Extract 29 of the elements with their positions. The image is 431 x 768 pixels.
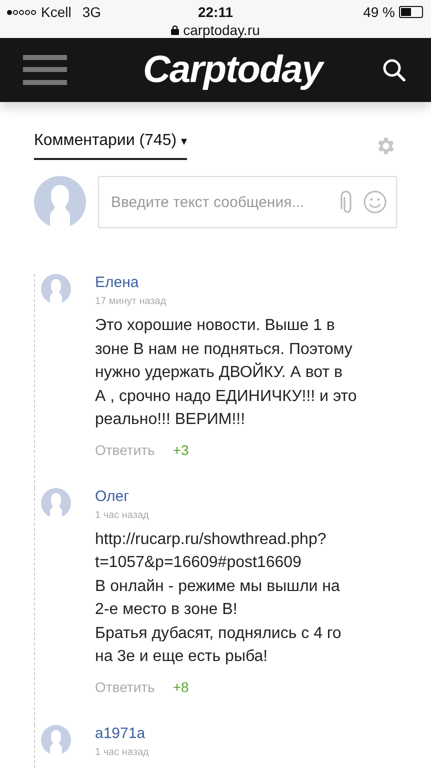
paperclip-icon[interactable] bbox=[339, 190, 353, 214]
menu-icon[interactable] bbox=[23, 55, 67, 85]
author-name[interactable]: a1971a bbox=[95, 724, 357, 742]
comment-time: 17 минут назад bbox=[95, 296, 168, 307]
settings-icon[interactable] bbox=[375, 135, 397, 157]
avatar-icon bbox=[41, 488, 71, 518]
network-type: 3G bbox=[82, 4, 102, 20]
clock-time: 22:11 bbox=[198, 4, 234, 20]
comment-text: http://rucarp.ru/showthread.php?t=1057&p=16609#post16609 В онлайн - режиме мы вышли на 2-е место в зоне В! Братья дубасят, поднялись с 4 го на 3е и еще есть рыба! bbox=[95, 530, 342, 667]
smiley-icon[interactable] bbox=[363, 190, 387, 214]
avatar-icon bbox=[41, 274, 71, 304]
comment-score: +8 bbox=[172, 678, 189, 694]
comment-time: 1 час назад bbox=[95, 746, 150, 758]
author-name[interactable]: Олег bbox=[95, 488, 357, 504]
author-name[interactable]: Елена bbox=[95, 274, 357, 291]
comments-tab[interactable]: Комментарии (745) ▾ bbox=[34, 132, 188, 160]
search-icon[interactable] bbox=[382, 58, 406, 82]
avatar-icon bbox=[34, 176, 86, 228]
comment-score: +3 bbox=[172, 442, 189, 458]
comment-text: Это хорошие новости. Выше 1 в зоне В нам не подняться. Поэтому нужно удержать ДВОЙКУ. А вот в А , срочно надо ЕДИНИЧКУ!!! и это реально!!! ВЕРИМ!!! bbox=[95, 316, 357, 430]
carrier-name: Kcell bbox=[41, 4, 72, 20]
avatar-icon bbox=[41, 724, 71, 754]
battery-percent: 49 % bbox=[363, 4, 395, 20]
comment-time: 1 час назад bbox=[95, 510, 150, 520]
signal-icon bbox=[7, 10, 36, 14]
lock-icon bbox=[171, 25, 180, 35]
message-field[interactable]: Введите текст сообщения... bbox=[98, 176, 397, 228]
url-text[interactable]: carptoday.ru bbox=[183, 22, 260, 38]
battery-icon bbox=[399, 6, 423, 18]
